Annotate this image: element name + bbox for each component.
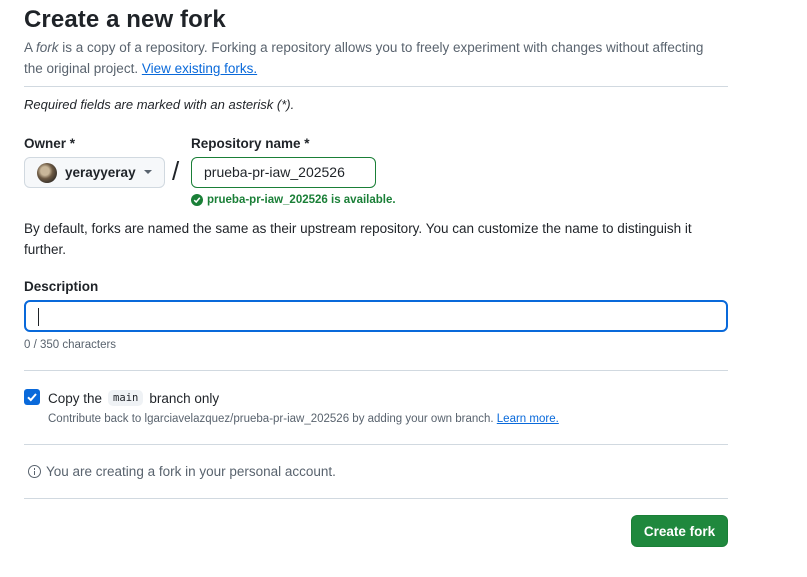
intro-body: is a copy of a repository. Forking a rep… (24, 40, 704, 76)
chevron-down-icon (144, 170, 152, 174)
copy-branch-label[interactable]: Copy the main branch only (48, 390, 219, 406)
personal-account-info: You are creating a fork in your personal… (28, 464, 336, 479)
intro-emphasis: fork (36, 40, 59, 55)
availability-message: prueba-pr-iaw_202526 is available. (191, 194, 396, 206)
repository-name-input[interactable]: prueba-pr-iaw_202526 (191, 157, 376, 188)
contribute-note: Contribute back to lgarciavelazquez/prue… (48, 413, 559, 425)
description-input[interactable] (24, 300, 728, 332)
owner-name: yerayyeray (65, 165, 136, 180)
create-fork-button[interactable]: Create fork (631, 515, 728, 547)
checkmark-icon (27, 393, 37, 402)
check-circle-icon (191, 194, 203, 206)
default-naming-note: By default, forks are named the same as … (24, 221, 692, 257)
copy-branch-suffix: branch only (149, 390, 220, 406)
info-icon (28, 465, 41, 478)
divider (24, 444, 728, 445)
contribute-text: Contribute back to lgarciavelazquez/prue… (48, 413, 497, 425)
text-cursor (38, 308, 39, 326)
repo-name-label: Repository name * (191, 136, 310, 151)
avatar (37, 162, 57, 183)
owner-repo-separator: / (172, 156, 180, 186)
intro-prefix: A (24, 40, 37, 55)
owner-label: Owner * (24, 136, 76, 151)
learn-more-link[interactable]: Learn more. (497, 413, 559, 425)
divider (24, 86, 728, 87)
page-title: Create a new fork (24, 6, 226, 33)
required-note: Required fields are marked with an aster… (24, 97, 295, 112)
info-text: You are creating a fork in your personal… (46, 464, 336, 479)
character-counter: 0 / 350 characters (24, 339, 117, 351)
description-label: Description (24, 279, 99, 294)
owner-select-button[interactable]: yerayyeray (24, 157, 165, 188)
copy-main-branch-checkbox[interactable] (24, 389, 40, 405)
view-existing-forks-link[interactable]: View existing forks. (142, 61, 257, 76)
intro-text: A fork is a copy of a repository. Forkin… (24, 37, 724, 79)
availability-text: prueba-pr-iaw_202526 is available. (207, 194, 396, 206)
divider (24, 370, 728, 371)
copy-branch-prefix: Copy the (48, 390, 103, 406)
branch-name: main (108, 390, 144, 406)
divider (24, 498, 728, 499)
